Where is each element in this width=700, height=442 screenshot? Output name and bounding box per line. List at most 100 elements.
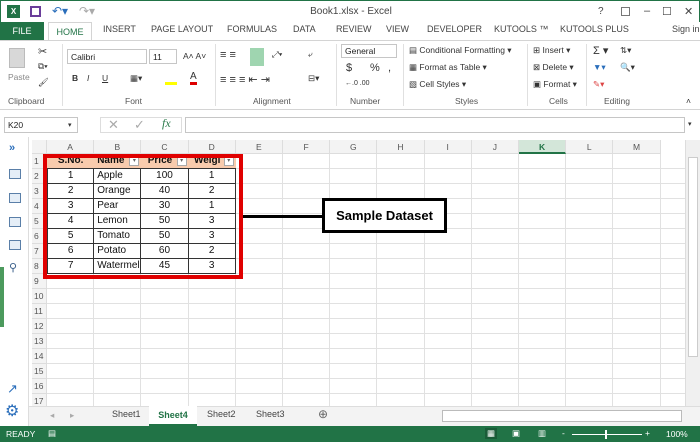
bold-button[interactable]: B [72,73,78,83]
copy-icon[interactable]: ⧉▾ [38,61,48,72]
sheet-tab-sheet3[interactable]: Sheet3 [256,409,285,419]
page-layout-view-icon[interactable]: ▣ [512,428,520,439]
fill-color-icon[interactable] [165,73,177,85]
cancel-icon[interactable]: ✕ [108,117,119,133]
column-header[interactable]: L [566,140,614,154]
vertical-scroll-thumb[interactable] [688,157,698,357]
column-header[interactable]: B [94,140,142,154]
pane-icon-4[interactable] [9,240,21,250]
tab-insert[interactable]: INSERT [103,24,136,34]
row-header[interactable]: 15 [32,364,47,379]
pane-icon-1[interactable] [9,169,21,179]
formula-input[interactable] [185,117,685,133]
column-header[interactable]: G [330,140,378,154]
page-break-view-icon[interactable]: ▥ [538,428,546,439]
tab-review[interactable]: REVIEW [336,24,372,34]
tab-kutools[interactable]: KUTOOLS ™ [494,24,548,34]
column-header[interactable]: C [141,140,189,154]
decimal-icon[interactable]: ←.0 .00 [345,80,370,87]
find-select-icon[interactable]: 🔍▾ [620,62,635,73]
row-header[interactable]: 16 [32,379,47,394]
pane-icon-3[interactable] [9,217,21,227]
number-format-select[interactable]: General [341,44,397,58]
find-icon[interactable]: ⚲ [9,261,17,274]
column-header[interactable]: M [613,140,661,154]
name-box[interactable]: K20 [4,117,78,133]
select-all-button[interactable] [32,140,47,154]
pane-icon-2[interactable] [9,193,21,203]
sign-in-link[interactable]: Sign in [672,24,700,34]
wrap-text-icon[interactable]: ⤶ [308,49,313,60]
column-header[interactable]: F [283,140,331,154]
cell-styles-button[interactable]: ▧ Cell Styles ▾ [409,79,466,90]
zoom-slider-thumb[interactable] [605,430,607,439]
column-header[interactable]: A [47,140,95,154]
column-header[interactable]: D [188,140,236,154]
horizontal-scrollbar[interactable] [442,410,682,422]
insert-function-icon[interactable]: fx [162,116,171,131]
vertical-scrollbar[interactable] [685,140,700,406]
new-sheet-button[interactable]: ⊕ [318,407,328,421]
delete-cells-button[interactable]: ⊠ Delete ▾ [533,62,574,73]
column-header[interactable]: J [471,140,519,154]
font-color-icon[interactable]: A [190,71,197,85]
align-top-icon[interactable]: ≡ ≡ [220,49,236,61]
cut-icon[interactable]: ✂ [38,45,47,58]
column-header[interactable]: K [519,140,567,154]
sort-filter-icon[interactable]: ⇅▾ [620,45,631,56]
percent-button[interactable]: % [370,62,380,74]
orientation-icon[interactable]: ⤢▾ [272,49,282,60]
row-header[interactable]: 12 [32,319,47,334]
column-header[interactable]: H [377,140,425,154]
zoom-slider[interactable] [572,434,642,435]
sheet-tab-sheet2[interactable]: Sheet2 [207,409,236,419]
row-header[interactable]: 11 [32,304,47,319]
close-button[interactable]: ✕ [684,5,693,18]
clear-icon[interactable]: ✎▾ [593,79,604,90]
sheet-scroll-right-icon[interactable]: ▸ [70,410,74,421]
minimize-button[interactable]: – [644,5,650,17]
sheet-tab-sheet1[interactable]: Sheet1 [112,409,141,419]
font-size-select[interactable]: 11 [149,49,177,64]
macro-record-icon[interactable]: ▤ [48,428,56,439]
help-button[interactable]: ? [598,6,604,17]
zoom-out-button[interactable]: - [562,428,565,438]
settings-gear-icon[interactable]: ⚙ [5,401,19,421]
tab-view[interactable]: VIEW [386,24,409,34]
column-header[interactable]: E [235,140,283,154]
comma-button[interactable]: , [388,62,391,74]
expand-formula-icon[interactable]: ▾ [688,120,692,128]
expand-pane-icon[interactable]: » [9,142,15,154]
insert-cells-button[interactable]: ⊞ Insert ▾ [533,45,570,56]
tab-page-layout[interactable]: PAGE LAYOUT [151,24,213,34]
row-header[interactable]: 13 [32,334,47,349]
merge-icon[interactable]: ⊟▾ [308,73,319,84]
tab-formulas[interactable]: FORMULAS [227,24,277,34]
format-painter-icon[interactable]: 🖌 [38,77,49,88]
name-box-dropdown-icon[interactable]: ▾ [68,121,72,129]
popout-icon[interactable]: ↗ [7,381,18,397]
normal-view-icon[interactable]: ▦ [485,428,498,439]
borders-icon[interactable]: ▦▾ [130,73,142,84]
font-name-select[interactable]: Calibri [67,49,147,64]
fill-icon[interactable]: ▼▾ [593,62,606,73]
tab-data[interactable]: DATA [293,24,316,34]
grow-font-icon[interactable]: A˄ A˅ [183,51,206,61]
ribbon-display-button[interactable] [621,7,630,16]
underline-button[interactable]: U [102,73,108,83]
row-header[interactable]: 14 [32,349,47,364]
maximize-button[interactable]: ☐ [662,5,672,18]
zoom-in-button[interactable]: + [645,428,650,438]
collapse-ribbon-icon[interactable]: ˄ [686,96,691,106]
currency-button[interactable]: $ [346,62,352,74]
sheet-scroll-left-icon[interactable]: ◂ [50,410,54,421]
enter-icon[interactable]: ✓ [134,117,145,133]
paste-button[interactable]: Paste [8,72,30,82]
row-header[interactable]: 10 [32,289,47,304]
column-header[interactable]: I [424,140,472,154]
format-as-table-button[interactable]: ▦ Format as Table ▾ [409,62,487,73]
paste-icon[interactable] [9,48,25,68]
italic-button[interactable]: I [87,73,89,83]
format-cells-button[interactable]: ▣ Format ▾ [533,79,577,90]
tab-developer[interactable]: DEVELOPER [427,24,482,34]
